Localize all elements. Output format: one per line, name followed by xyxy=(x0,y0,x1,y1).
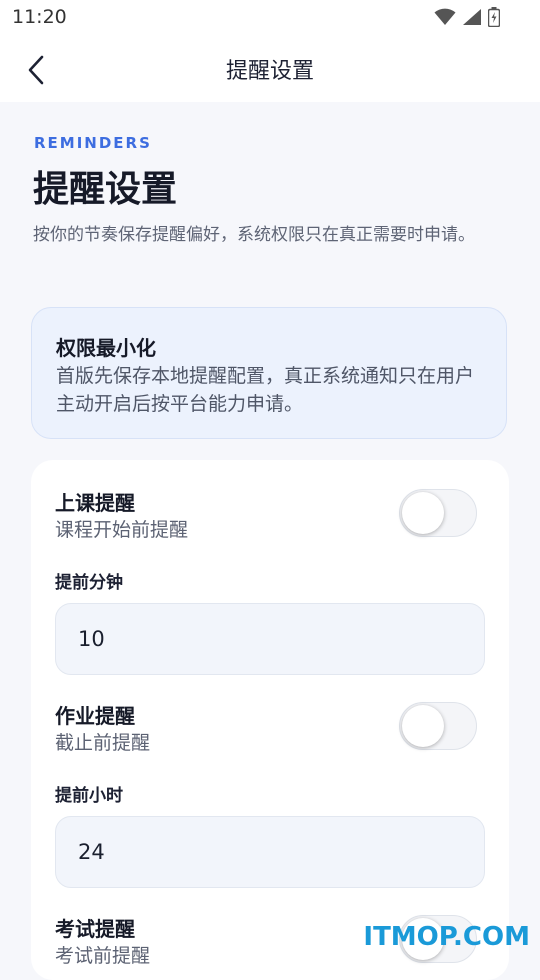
info-card-body: 首版先保存本地提醒配置，真正系统通知只在用户主动开启后按平台能力申请。 xyxy=(56,365,475,415)
app-bar-title: 提醒设置 xyxy=(225,59,314,84)
homework-reminder-hours-input[interactable]: 24 xyxy=(55,816,485,888)
permission-info-card: 权限最小化 首版先保存本地提醒配置，真正系统通知只在用户主动开启后按平台能力申请… xyxy=(31,307,507,439)
signal-icon xyxy=(462,8,482,30)
section-eyebrow: REMINDERS xyxy=(34,134,152,152)
class-reminder-minutes-label: 提前分钟 xyxy=(55,573,123,593)
reminder-settings-card: 上课提醒 课程开始前提醒 提前分钟 10 作业提醒 截止前提醒 提前小时 24 … xyxy=(31,460,509,980)
page-subtitle: 按你的节奏保存提醒偏好，系统权限只在真正需要时申请。 xyxy=(33,225,475,245)
exam-reminder-title: 考试提醒 xyxy=(55,917,135,941)
class-reminder-toggle[interactable] xyxy=(399,489,477,537)
toggle-knob xyxy=(402,705,444,747)
status-bar: 11:20 xyxy=(0,0,540,36)
homework-reminder-hours-label: 提前小时 xyxy=(55,786,123,806)
info-card-title: 权限最小化 xyxy=(56,336,156,360)
wifi-icon xyxy=(434,8,456,30)
page-title: 提醒设置 xyxy=(33,169,178,210)
class-reminder-title: 上课提醒 xyxy=(55,491,135,515)
class-reminder-minutes-input[interactable]: 10 xyxy=(55,603,485,675)
status-time: 11:20 xyxy=(12,6,67,28)
status-icons xyxy=(434,7,501,31)
homework-reminder-title: 作业提醒 xyxy=(55,704,135,728)
exam-reminder-description: 考试前提醒 xyxy=(55,945,151,967)
homework-reminder-toggle[interactable] xyxy=(399,702,477,750)
battery-charging-icon xyxy=(487,7,501,31)
app-bar: 提醒设置 xyxy=(0,36,540,102)
toggle-knob xyxy=(402,492,444,534)
class-reminder-description: 课程开始前提醒 xyxy=(55,519,189,541)
homework-reminder-description: 截止前提醒 xyxy=(55,732,151,754)
watermark: ITMOP.COM xyxy=(363,922,530,952)
